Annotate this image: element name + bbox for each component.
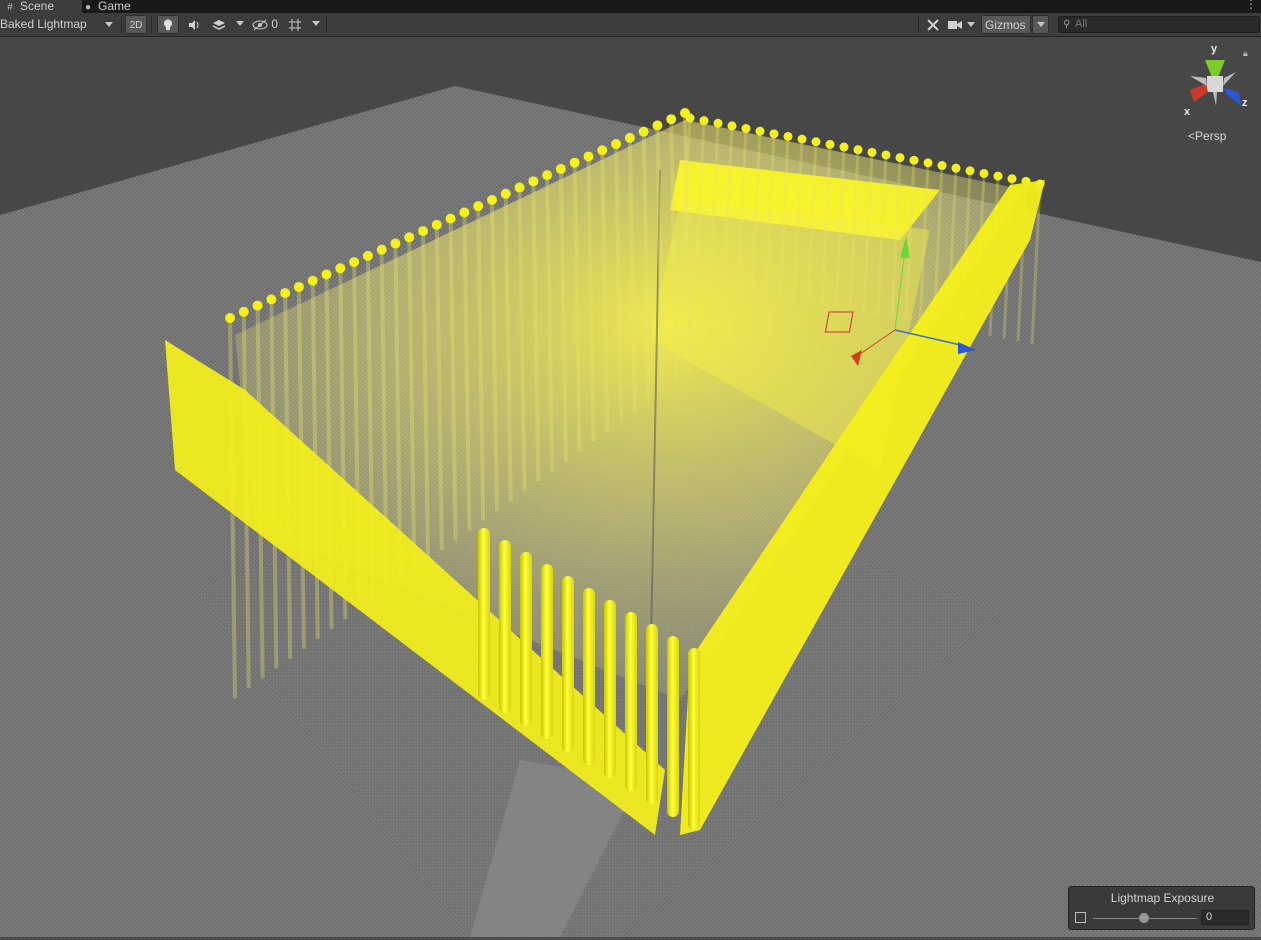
effects-dropdown[interactable] — [233, 15, 247, 34]
lock-icon[interactable]: 🔒︎ — [1243, 48, 1248, 59]
exposure-slider-handle[interactable] — [1139, 913, 1149, 923]
search-icon: ⚲ — [1063, 19, 1071, 30]
gizmos-dropdown[interactable] — [1032, 15, 1049, 34]
chevron-down-icon — [967, 22, 976, 28]
exposure-icon — [1075, 912, 1086, 923]
more-options-icon[interactable]: ⋮ — [1245, 0, 1257, 11]
scene-viewport[interactable]: y x z 🔒︎ <Persp — [0, 37, 1261, 937]
exposure-value-field[interactable]: 0 — [1201, 910, 1249, 925]
tab-game[interactable]: ● Game — [78, 0, 144, 13]
axis-y-label: y — [1211, 43, 1218, 55]
audio-toggle-button[interactable] — [183, 15, 205, 34]
grid-snap-button[interactable] — [286, 15, 304, 34]
draw-mode-label: Baked Lightmap — [0, 17, 87, 31]
gizmos-label: Gizmos — [985, 18, 1026, 32]
axis-z-label: z — [1242, 97, 1248, 109]
orientation-gizmo[interactable]: y x z — [1180, 40, 1250, 122]
eye-hidden-icon — [252, 19, 268, 31]
tab-bar: # Scene ● Game ⋮ — [0, 0, 1261, 13]
overlay-title: Lightmap Exposure — [1110, 891, 1215, 905]
axis-x-label: x — [1184, 106, 1191, 118]
camera-icon — [948, 20, 962, 29]
chevron-down-icon — [105, 22, 113, 27]
chevron-down-icon — [236, 21, 244, 27]
tab-scene-label: Scene — [20, 0, 55, 13]
toolbar-divider — [151, 16, 152, 33]
draw-mode-dropdown[interactable]: Baked Lightmap — [0, 15, 118, 34]
lightmap-exposure-overlay: Lightmap Exposure 0 — [1068, 886, 1255, 930]
camera-dropdown[interactable] — [948, 15, 978, 34]
tab-scene[interactable]: # Scene — [0, 0, 82, 13]
layers-icon — [212, 19, 226, 30]
chevron-down-icon — [312, 21, 320, 27]
toggle-2d-label: 2D — [129, 20, 143, 31]
perspective-icon: < — [1188, 129, 1196, 143]
hidden-count: 0 — [271, 17, 279, 31]
tab-game-label: Game — [98, 0, 131, 13]
grid-snap-dropdown[interactable] — [309, 15, 323, 34]
toolbar-divider — [121, 16, 122, 33]
tools-button[interactable] — [922, 15, 944, 34]
projection-label: Persp — [1195, 129, 1227, 143]
tools-icon — [927, 19, 939, 31]
toggle-2d-button[interactable]: 2D — [125, 15, 147, 34]
speaker-icon — [189, 19, 199, 30]
hidden-objects-toggle[interactable]: 0 — [252, 15, 282, 34]
grid-snap-icon — [289, 18, 301, 31]
toolbar-divider — [918, 16, 919, 33]
chevron-down-icon — [1036, 22, 1045, 28]
toolbar-divider — [326, 16, 327, 33]
lighting-toggle-button[interactable] — [157, 15, 179, 34]
scene-toolbar: Baked Lightmap 2D 0 Gizmos ⚲ All — [0, 13, 1261, 37]
effects-toggle-button[interactable] — [208, 15, 230, 34]
search-placeholder: All — [1075, 18, 1088, 30]
lightbulb-icon — [164, 19, 172, 31]
gizmos-toggle-button[interactable]: Gizmos — [981, 15, 1031, 34]
projection-toggle[interactable]: <Persp — [1188, 129, 1226, 143]
search-input[interactable]: ⚲ All — [1058, 16, 1260, 33]
scene-render — [0, 37, 1261, 937]
